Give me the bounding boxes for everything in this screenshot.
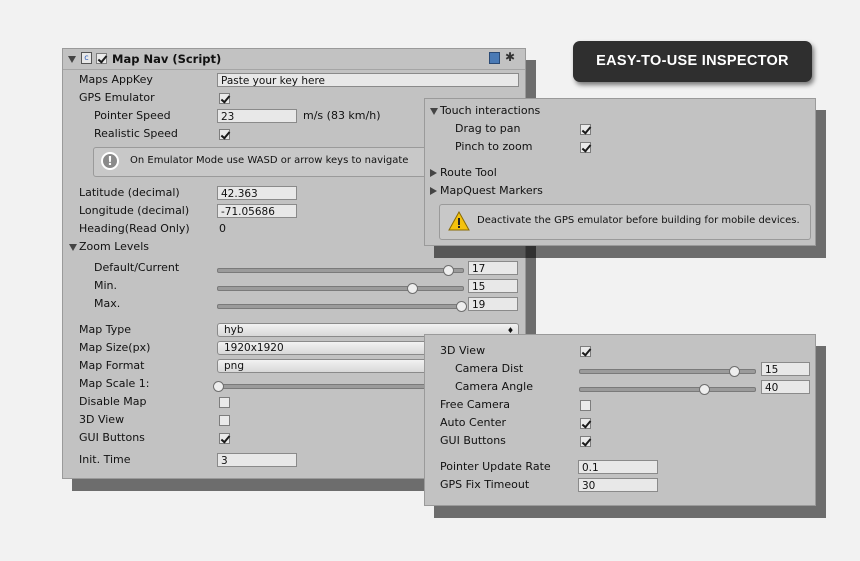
- drag-to-pan-checkbox[interactable]: [580, 124, 591, 135]
- emulator-info-text: On Emulator Mode use WASD or arrow keys …: [130, 155, 409, 166]
- mapquest-arrow-icon[interactable]: [430, 187, 437, 195]
- zoom-max-slider-knob[interactable]: [455, 301, 467, 312]
- camera-dist-input[interactable]: 15: [761, 362, 810, 376]
- appkey-input[interactable]: Paste your key here: [217, 73, 519, 87]
- longitude-input[interactable]: -71.05686: [217, 204, 297, 218]
- 3d-view-label: 3D View: [79, 413, 125, 426]
- info-icon: !: [101, 152, 119, 170]
- touch-interactions-label: Touch interactions: [440, 104, 541, 117]
- map-format-value: png: [224, 360, 244, 372]
- zoom-min-label: Min.: [94, 279, 118, 292]
- collapse-arrow-icon[interactable]: [68, 56, 76, 63]
- zoom-default-slider[interactable]: [217, 265, 464, 276]
- pointer-update-rate-label: Pointer Update Rate: [440, 460, 551, 473]
- zoom-levels-arrow-icon[interactable]: [69, 244, 77, 251]
- script-icon: c: [81, 52, 92, 64]
- appkey-label: Maps AppKey: [79, 73, 153, 86]
- zoom-max-slider[interactable]: [217, 301, 467, 312]
- realistic-speed-label: Realistic Speed: [94, 127, 178, 140]
- 3d-view-setting-checkbox[interactable]: [580, 346, 591, 357]
- map-size-value: 1920x1920: [224, 342, 284, 354]
- zoom-min-slider-knob[interactable]: [406, 283, 418, 294]
- gps-emulator-checkbox[interactable]: [219, 93, 230, 104]
- mapquest-markers-label[interactable]: MapQuest Markers: [440, 184, 543, 197]
- disable-map-label: Disable Map: [79, 395, 147, 408]
- gear-icon[interactable]: ✱: [505, 50, 515, 64]
- gps-fix-timeout-label: GPS Fix Timeout: [440, 478, 530, 491]
- 3d-view-checkbox[interactable]: [219, 415, 230, 426]
- pinch-to-zoom-checkbox[interactable]: [580, 142, 591, 153]
- longitude-label: Longitude (decimal): [79, 204, 190, 217]
- map-scale-slider-knob[interactable]: [213, 381, 224, 392]
- map-type-label: Map Type: [79, 323, 131, 336]
- auto-center-checkbox[interactable]: [580, 418, 591, 429]
- touch-interactions-panel: Touch interactions Drag to pan Pinch to …: [424, 98, 816, 246]
- pointer-speed-unit: m/s (83 km/h): [303, 109, 381, 122]
- heading-value: 0: [219, 222, 226, 235]
- warning-text: Deactivate the GPS emulator before build…: [477, 215, 800, 226]
- inspector-badge: EASY-TO-USE INSPECTOR: [573, 41, 812, 82]
- gui-buttons-checkbox[interactable]: [219, 433, 230, 444]
- realistic-speed-checkbox[interactable]: [219, 129, 230, 140]
- zoom-max-input[interactable]: 19: [468, 297, 518, 311]
- camera-angle-slider-knob[interactable]: [699, 384, 711, 395]
- route-tool-arrow-icon[interactable]: [430, 169, 437, 177]
- camera-angle-input[interactable]: 40: [761, 380, 810, 394]
- gui-buttons-3d-checkbox[interactable]: [580, 436, 591, 447]
- touch-collapse-arrow-icon[interactable]: [430, 108, 438, 115]
- help-book-icon[interactable]: [489, 52, 500, 64]
- auto-center-label: Auto Center: [440, 416, 507, 429]
- zoom-min-input[interactable]: 15: [468, 279, 518, 293]
- pointer-update-rate-input[interactable]: 0.1: [578, 460, 658, 474]
- drag-to-pan-label: Drag to pan: [455, 122, 521, 135]
- map-size-label: Map Size(px): [79, 341, 151, 354]
- zoom-min-slider[interactable]: [217, 283, 464, 294]
- 3d-view-setting-label: 3D View: [440, 344, 486, 357]
- map-type-value: hyb: [224, 324, 244, 336]
- gui-buttons-3d-label: GUI Buttons: [440, 434, 506, 447]
- component-header: c Map Nav (Script) ✱: [63, 49, 525, 70]
- pointer-speed-input[interactable]: 23: [217, 109, 297, 123]
- zoom-levels-label: Zoom Levels: [79, 240, 149, 253]
- gui-buttons-label: GUI Buttons: [79, 431, 145, 444]
- zoom-max-label: Max.: [94, 297, 121, 310]
- gps-fix-timeout-input[interactable]: 30: [578, 478, 658, 492]
- 3d-view-panel: 3D View Camera Dist 15 Camera Angle 40 F…: [424, 334, 816, 506]
- route-tool-label[interactable]: Route Tool: [440, 166, 497, 179]
- free-camera-checkbox[interactable]: [580, 400, 591, 411]
- pointer-speed-label: Pointer Speed: [94, 109, 171, 122]
- pinch-to-zoom-label: Pinch to zoom: [455, 140, 533, 153]
- map-scale-label: Map Scale 1:: [79, 377, 150, 390]
- free-camera-label: Free Camera: [440, 398, 511, 411]
- gps-emulator-label: GPS Emulator: [79, 91, 155, 104]
- map-format-label: Map Format: [79, 359, 145, 372]
- camera-dist-slider-knob[interactable]: [729, 366, 740, 377]
- init-time-input[interactable]: 3: [217, 453, 297, 467]
- zoom-default-input[interactable]: 17: [468, 261, 518, 275]
- latitude-label: Latitude (decimal): [79, 186, 180, 199]
- zoom-default-label: Default/Current: [94, 261, 180, 274]
- camera-angle-label: Camera Angle: [455, 380, 533, 393]
- warning-icon: [448, 211, 470, 231]
- latitude-input[interactable]: 42.363: [217, 186, 297, 200]
- zoom-default-slider-knob[interactable]: [443, 265, 455, 276]
- disable-map-checkbox[interactable]: [219, 397, 230, 408]
- camera-dist-label: Camera Dist: [455, 362, 524, 375]
- component-title: Map Nav (Script): [112, 52, 222, 66]
- warning-box: Deactivate the GPS emulator before build…: [439, 204, 811, 240]
- camera-angle-slider[interactable]: [579, 384, 756, 395]
- init-time-label: Init. Time: [79, 453, 131, 466]
- heading-label: Heading(Read Only): [79, 222, 190, 235]
- component-enabled-checkbox[interactable]: [96, 53, 107, 64]
- camera-dist-slider[interactable]: [579, 366, 756, 377]
